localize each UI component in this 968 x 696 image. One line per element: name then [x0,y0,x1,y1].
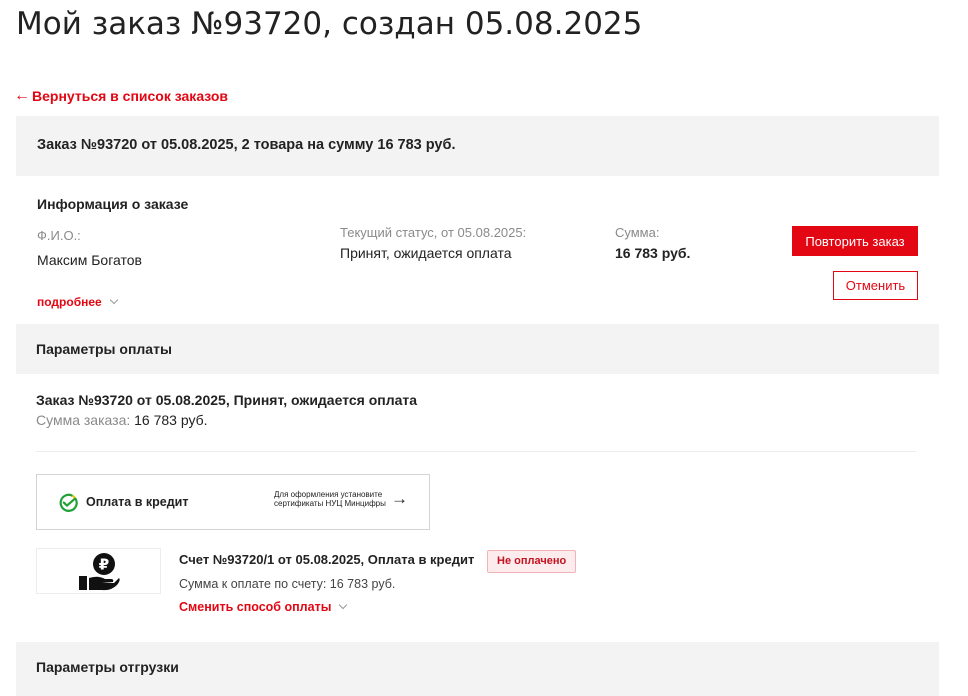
details-link-label: подробнее [37,295,102,309]
order-info-title: Информация о заказе [37,196,189,212]
payment-section-header: Параметры оплаты [16,324,939,374]
payment-sum-label: Сумма заказа: [36,412,131,428]
sum-value: 16 783 руб. [615,245,691,261]
change-payment-method-link[interactable]: Сменить способ оплаты [179,600,348,614]
order-summary-header: Заказ №93720 от 05.08.2025, 2 товара на … [16,116,939,176]
svg-text:₽: ₽ [99,556,109,574]
bill-title: Счет №93720/1 от 05.08.2025, Оплата в кр… [179,552,475,567]
divider [36,451,916,452]
back-link-label: Вернуться в список заказов [32,88,229,104]
back-to-orders-link[interactable]: ← Вернуться в список заказов [14,87,228,105]
cancel-order-button[interactable]: Отменить [833,271,918,300]
status-value: Принят, ожидается оплата [340,245,512,261]
shipping-section-title: Параметры отгрузки [36,659,179,675]
bill-payment-image: ₽ [36,548,161,594]
payment-section-title: Параметры оплаты [36,341,172,357]
bill-sum: Сумма к оплате по счету: 16 783 руб. [179,577,396,591]
sum-label: Сумма: [615,225,660,240]
credit-payment-option[interactable]: Оплата в кредит Для оформления установит… [36,474,430,530]
credit-option-note: Для оформления установите сертификаты НУ… [274,490,386,508]
page-title: Мой заказ №93720, создан 05.08.2025 [16,6,643,42]
payment-sum-value: 16 783 руб. [134,412,208,428]
chevron-down-icon [339,600,348,610]
payment-order-line: Заказ №93720 от 05.08.2025, Принят, ожид… [36,392,418,408]
shipping-section-header: Параметры отгрузки [16,642,939,692]
credit-option-label: Оплата в кредит [86,495,189,509]
order-summary-text: Заказ №93720 от 05.08.2025, 2 товара на … [37,137,456,153]
fio-label: Ф.И.О.: [37,228,81,243]
order-info-block: Информация о заказе Ф.И.О.: Максим Богат… [16,176,939,324]
ruble-hand-icon: ₽ [79,553,120,591]
order-card: Заказ №93720 от 05.08.2025, 2 товара на … [16,116,939,696]
change-payment-method-label: Сменить способ оплаты [179,600,332,614]
arrow-right-icon: → [391,489,408,508]
sber-logo-icon [59,493,78,512]
fio-value: Максим Богатов [37,252,142,268]
repeat-order-button[interactable]: Повторить заказ [792,226,918,256]
details-link[interactable]: подробнее [37,295,118,309]
payment-block: Заказ №93720 от 05.08.2025, Принят, ожид… [16,374,939,642]
chevron-down-icon [109,295,118,305]
payment-order-sum: Сумма заказа: 16 783 руб. [36,412,208,428]
payment-status-badge: Не оплачено [487,550,577,573]
arrow-left-icon: ← [14,87,30,104]
status-label: Текущий статус, от 05.08.2025: [340,225,527,240]
